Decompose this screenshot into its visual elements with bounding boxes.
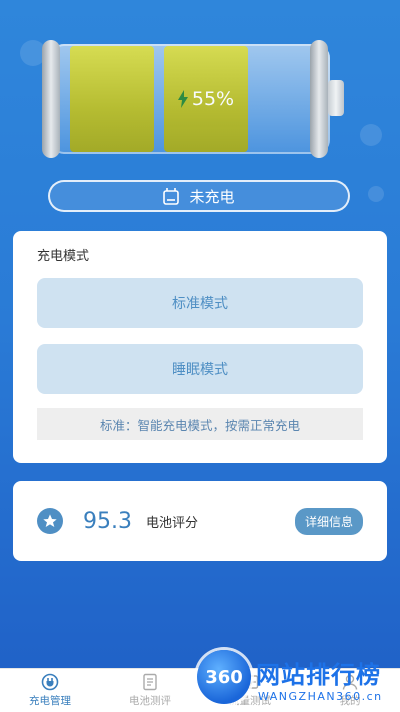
nav-label: 充电管理 [29,695,71,707]
charge-mode-title: 充电模式 [37,249,90,264]
background-bubble [360,124,382,146]
background-bubble [368,186,384,202]
battery-cell [70,46,154,152]
watermark-subtitle: WANGZHAN360.cn [258,690,383,703]
battery-graphic: 55% [42,40,344,158]
charging-status-bar: 未充电 [48,180,350,212]
battery-score-card: 95.3 电池评分 详细信息 [13,481,387,561]
battery-cap-right [310,40,328,158]
charging-status-text: 未充电 [189,187,235,206]
watermark-badge: 360 [197,650,251,704]
nav-item-battery-test[interactable]: 电池测评 [100,669,200,712]
battery-level-text: 55% [191,88,235,110]
plug-icon [41,673,59,691]
battery-terminal [328,80,344,116]
battery-level: 55% [177,88,235,110]
star-icon [37,508,63,534]
nav-label: 电池测评 [129,695,171,707]
watermark-title: 网站排行榜 [256,661,381,689]
bolt-icon [177,90,188,108]
battery-cell: 55% [164,46,248,152]
charge-mode-card: 充电模式 标准模式 睡眠模式 标准：智能充电模式，按需正常充电 [13,231,387,463]
nav-item-charge-management[interactable]: 充电管理 [0,669,100,712]
battery-cap-left [42,40,60,158]
score-value: 95.3 [83,508,132,534]
document-icon [143,673,157,691]
score-label: 电池评分 [145,515,198,531]
sleep-mode-button[interactable]: 睡眠模式 [37,344,363,394]
standard-mode-button[interactable]: 标准模式 [37,278,363,328]
details-button[interactable]: 详细信息 [294,507,363,535]
battery-outline-icon [163,188,180,205]
mode-description: 标准：智能充电模式，按需正常充电 [37,408,363,440]
